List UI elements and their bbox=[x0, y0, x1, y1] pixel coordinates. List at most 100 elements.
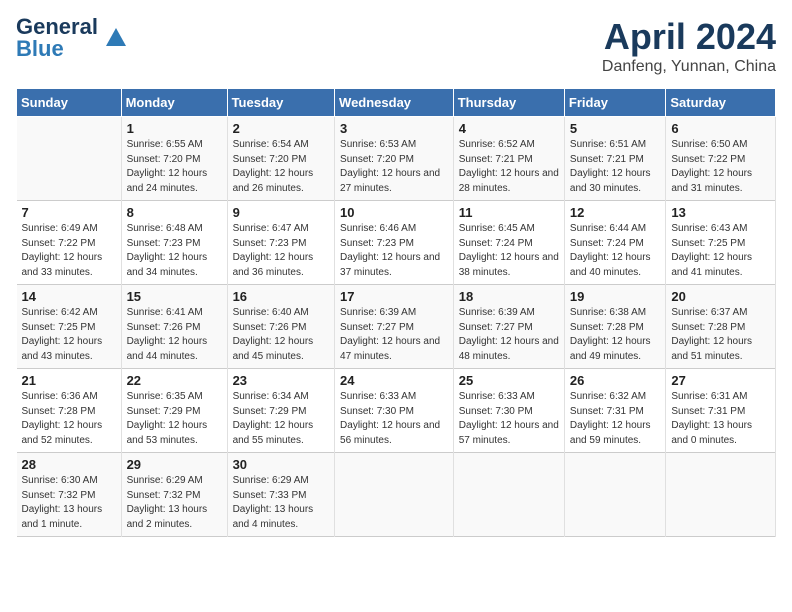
cell-info: Sunrise: 6:44 AMSunset: 7:24 PMDaylight:… bbox=[570, 222, 660, 280]
calendar-week-row: 21Sunrise: 6:36 AMSunset: 7:28 PMDayligh… bbox=[17, 369, 776, 453]
day-number: 15 bbox=[127, 289, 222, 304]
calendar-cell: 13 Sunrise: 6:43 AMSunset: 7:25 PMDayligh… bbox=[666, 201, 776, 285]
day-number: 4 bbox=[459, 121, 559, 136]
cell-info: Sunrise: 6:55 AMSunset: 7:20 PMDaylight:… bbox=[127, 138, 222, 196]
calendar-cell: 17 Sunrise: 6:39 AMSunset: 7:27 PMDayligh… bbox=[335, 285, 454, 369]
day-number: 3 bbox=[340, 121, 448, 136]
day-number: 8 bbox=[127, 205, 222, 220]
calendar-cell: 7 Sunrise: 6:49 AMSunset: 7:22 PMDaylight… bbox=[17, 201, 122, 285]
calendar-cell: 4 Sunrise: 6:52 AMSunset: 7:21 PMDaylight… bbox=[453, 117, 564, 201]
calendar-cell: 24 Sunrise: 6:33 AMSunset: 7:30 PMDayligh… bbox=[335, 369, 454, 453]
calendar-week-row: 1 Sunrise: 6:55 AMSunset: 7:20 PMDaylight… bbox=[17, 117, 776, 201]
day-number: 1 bbox=[127, 121, 222, 136]
calendar-body: 1 Sunrise: 6:55 AMSunset: 7:20 PMDaylight… bbox=[17, 117, 776, 537]
header-cell-friday: Friday bbox=[564, 89, 665, 117]
day-number: 25 bbox=[459, 373, 559, 388]
calendar-cell: 6 Sunrise: 6:50 AMSunset: 7:22 PMDaylight… bbox=[666, 117, 776, 201]
day-number: 26 bbox=[570, 373, 660, 388]
logo-icon bbox=[102, 24, 130, 52]
day-number: 11 bbox=[459, 205, 559, 220]
day-number: 28 bbox=[22, 457, 116, 472]
cell-info: Sunrise: 6:40 AMSunset: 7:26 PMDaylight:… bbox=[233, 306, 329, 364]
cell-info: Sunrise: 6:41 AMSunset: 7:26 PMDaylight:… bbox=[127, 306, 222, 364]
day-number: 5 bbox=[570, 121, 660, 136]
cell-info: Sunrise: 6:54 AMSunset: 7:20 PMDaylight:… bbox=[233, 138, 329, 196]
calendar-cell: 12Sunrise: 6:44 AMSunset: 7:24 PMDayligh… bbox=[564, 201, 665, 285]
cell-info: Sunrise: 6:32 AMSunset: 7:31 PMDaylight:… bbox=[570, 390, 660, 448]
day-number: 6 bbox=[671, 121, 770, 136]
cell-info: Sunrise: 6:38 AMSunset: 7:28 PMDaylight:… bbox=[570, 306, 660, 364]
cell-info: Sunrise: 6:49 AMSunset: 7:22 PMDaylight:… bbox=[22, 222, 116, 280]
header-cell-monday: Monday bbox=[121, 89, 227, 117]
cell-info: Sunrise: 6:39 AMSunset: 7:27 PMDaylight:… bbox=[340, 306, 448, 364]
cell-info: Sunrise: 6:48 AMSunset: 7:23 PMDaylight:… bbox=[127, 222, 222, 280]
calendar-cell: 1 Sunrise: 6:55 AMSunset: 7:20 PMDaylight… bbox=[121, 117, 227, 201]
header: General Blue April 2024 Danfeng, Yunnan,… bbox=[16, 16, 776, 76]
cell-info: Sunrise: 6:46 AMSunset: 7:23 PMDaylight:… bbox=[340, 222, 448, 280]
calendar-cell: 16 Sunrise: 6:40 AMSunset: 7:26 PMDayligh… bbox=[227, 285, 334, 369]
day-number: 17 bbox=[340, 289, 448, 304]
day-number: 13 bbox=[671, 205, 770, 220]
calendar-table: SundayMondayTuesdayWednesdayThursdayFrid… bbox=[16, 88, 776, 537]
cell-info: Sunrise: 6:30 AMSunset: 7:32 PMDaylight:… bbox=[22, 474, 116, 532]
calendar-cell bbox=[335, 453, 454, 537]
calendar-cell: 2Sunrise: 6:54 AMSunset: 7:20 PMDaylight… bbox=[227, 117, 334, 201]
calendar-cell: 25 Sunrise: 6:33 AMSunset: 7:30 PMDayligh… bbox=[453, 369, 564, 453]
cell-info: Sunrise: 6:51 AMSunset: 7:21 PMDaylight:… bbox=[570, 138, 660, 196]
cell-info: Sunrise: 6:31 AMSunset: 7:31 PMDaylight:… bbox=[671, 390, 770, 448]
calendar-cell: 10 Sunrise: 6:46 AMSunset: 7:23 PMDayligh… bbox=[335, 201, 454, 285]
calendar-cell: 28 Sunrise: 6:30 AMSunset: 7:32 PMDayligh… bbox=[17, 453, 122, 537]
logo-general: General bbox=[16, 16, 98, 38]
day-number: 19 bbox=[570, 289, 660, 304]
day-number: 7 bbox=[22, 205, 116, 220]
day-number: 29 bbox=[127, 457, 222, 472]
calendar-cell bbox=[564, 453, 665, 537]
calendar-cell: 3 Sunrise: 6:53 AMSunset: 7:20 PMDaylight… bbox=[335, 117, 454, 201]
calendar-cell bbox=[453, 453, 564, 537]
cell-info: Sunrise: 6:39 AMSunset: 7:27 PMDaylight:… bbox=[459, 306, 559, 364]
day-number: 21 bbox=[22, 373, 116, 388]
cell-info: Sunrise: 6:43 AMSunset: 7:25 PMDaylight:… bbox=[671, 222, 770, 280]
day-number: 10 bbox=[340, 205, 448, 220]
cell-info: Sunrise: 6:52 AMSunset: 7:21 PMDaylight:… bbox=[459, 138, 559, 196]
calendar-cell: 29Sunrise: 6:29 AMSunset: 7:32 PMDayligh… bbox=[121, 453, 227, 537]
calendar-cell: 11 Sunrise: 6:45 AMSunset: 7:24 PMDayligh… bbox=[453, 201, 564, 285]
cell-info: Sunrise: 6:50 AMSunset: 7:22 PMDaylight:… bbox=[671, 138, 770, 196]
logo: General Blue bbox=[16, 16, 130, 60]
header-cell-thursday: Thursday bbox=[453, 89, 564, 117]
logo-blue: Blue bbox=[16, 38, 98, 60]
cell-info: Sunrise: 6:34 AMSunset: 7:29 PMDaylight:… bbox=[233, 390, 329, 448]
cell-info: Sunrise: 6:35 AMSunset: 7:29 PMDaylight:… bbox=[127, 390, 222, 448]
calendar-cell: 27 Sunrise: 6:31 AMSunset: 7:31 PMDayligh… bbox=[666, 369, 776, 453]
calendar-cell: 9Sunrise: 6:47 AMSunset: 7:23 PMDaylight… bbox=[227, 201, 334, 285]
cell-info: Sunrise: 6:45 AMSunset: 7:24 PMDaylight:… bbox=[459, 222, 559, 280]
cell-info: Sunrise: 6:33 AMSunset: 7:30 PMDaylight:… bbox=[340, 390, 448, 448]
cell-info: Sunrise: 6:29 AMSunset: 7:33 PMDaylight:… bbox=[233, 474, 329, 532]
day-number: 16 bbox=[233, 289, 329, 304]
month-title: April 2024 bbox=[602, 16, 776, 58]
calendar-cell: 18Sunrise: 6:39 AMSunset: 7:27 PMDayligh… bbox=[453, 285, 564, 369]
calendar-week-row: 14 Sunrise: 6:42 AMSunset: 7:25 PMDayligh… bbox=[17, 285, 776, 369]
calendar-cell: 22 Sunrise: 6:35 AMSunset: 7:29 PMDayligh… bbox=[121, 369, 227, 453]
header-cell-tuesday: Tuesday bbox=[227, 89, 334, 117]
calendar-cell bbox=[666, 453, 776, 537]
calendar-cell: 15 Sunrise: 6:41 AMSunset: 7:26 PMDayligh… bbox=[121, 285, 227, 369]
day-number: 23 bbox=[233, 373, 329, 388]
day-number: 24 bbox=[340, 373, 448, 388]
calendar-cell: 23 Sunrise: 6:34 AMSunset: 7:29 PMDayligh… bbox=[227, 369, 334, 453]
calendar-header-row: SundayMondayTuesdayWednesdayThursdayFrid… bbox=[17, 89, 776, 117]
location-title: Danfeng, Yunnan, China bbox=[602, 58, 776, 76]
cell-info: Sunrise: 6:53 AMSunset: 7:20 PMDaylight:… bbox=[340, 138, 448, 196]
day-number: 27 bbox=[671, 373, 770, 388]
title-area: April 2024 Danfeng, Yunnan, China bbox=[602, 16, 776, 76]
day-number: 9 bbox=[233, 205, 329, 220]
cell-info: Sunrise: 6:42 AMSunset: 7:25 PMDaylight:… bbox=[22, 306, 116, 364]
calendar-cell: 20Sunrise: 6:37 AMSunset: 7:28 PMDayligh… bbox=[666, 285, 776, 369]
cell-info: Sunrise: 6:33 AMSunset: 7:30 PMDaylight:… bbox=[459, 390, 559, 448]
calendar-cell: 5 Sunrise: 6:51 AMSunset: 7:21 PMDaylight… bbox=[564, 117, 665, 201]
calendar-cell bbox=[17, 117, 122, 201]
calendar-cell: 30Sunrise: 6:29 AMSunset: 7:33 PMDayligh… bbox=[227, 453, 334, 537]
day-number: 14 bbox=[22, 289, 116, 304]
day-number: 22 bbox=[127, 373, 222, 388]
calendar-cell: 8 Sunrise: 6:48 AMSunset: 7:23 PMDaylight… bbox=[121, 201, 227, 285]
